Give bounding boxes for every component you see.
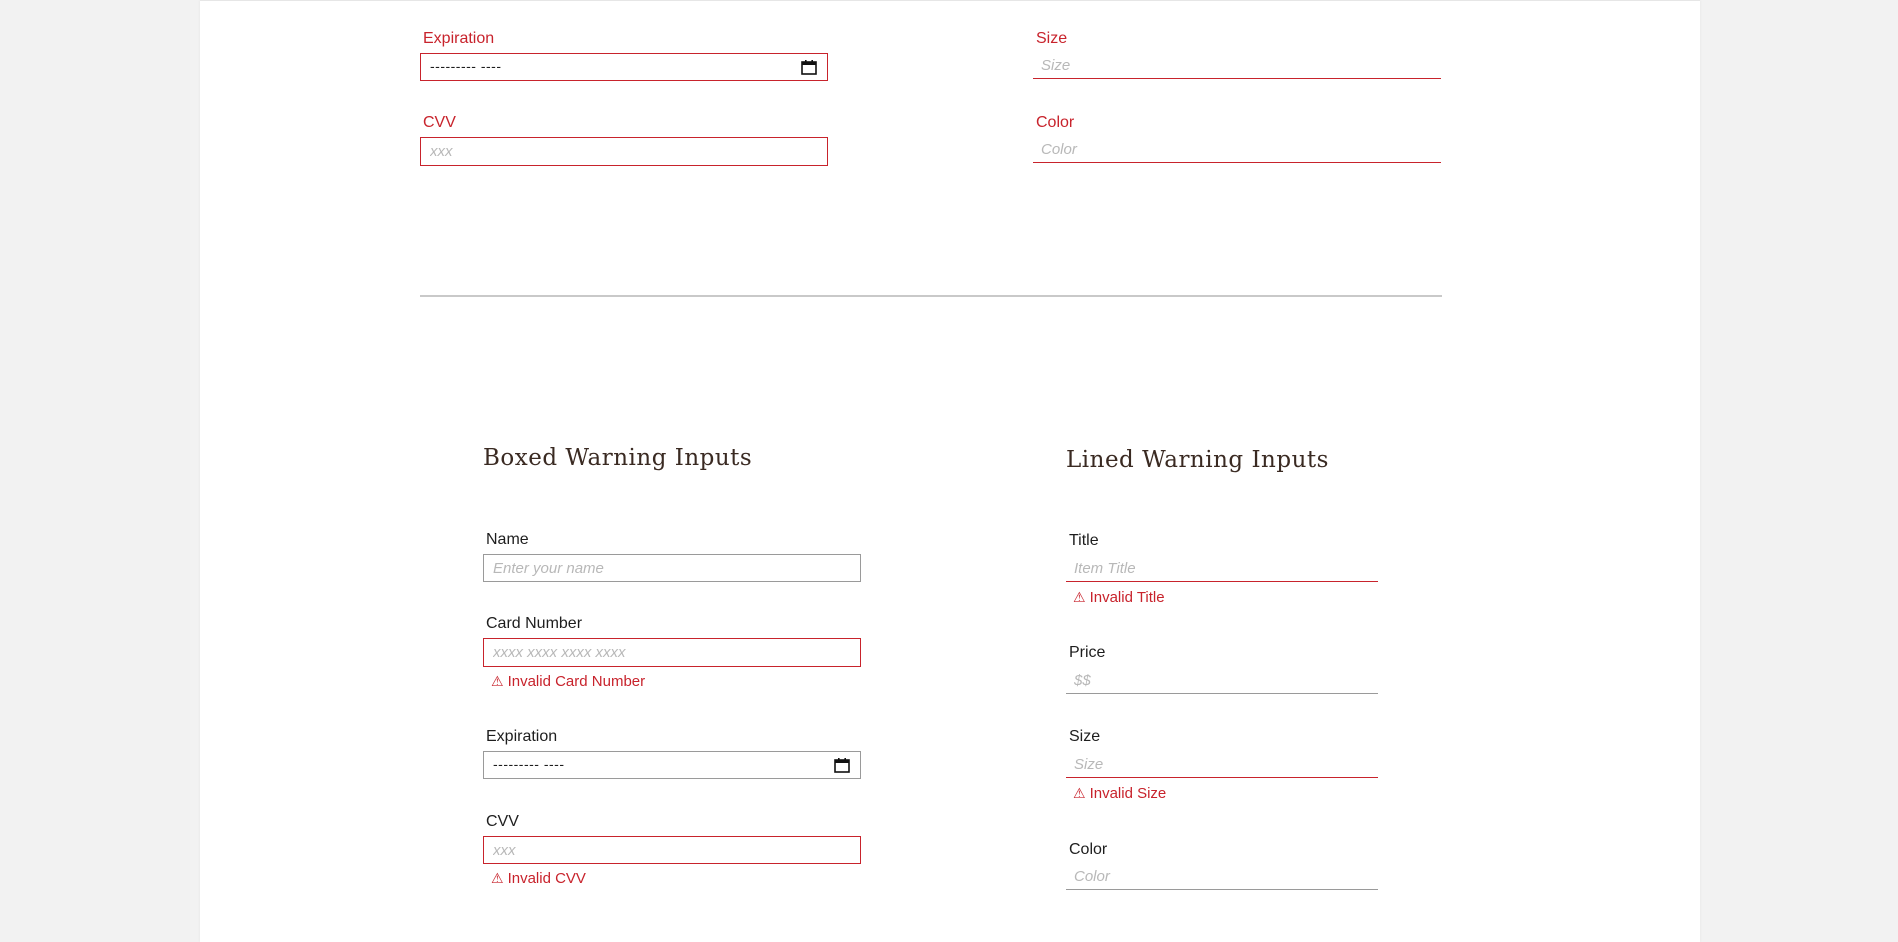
cvv-error: ⚠ Invalid CVV [491, 868, 586, 889]
content-card: Expiration --------- ---- CVV Size Color… [200, 0, 1700, 942]
name-field[interactable] [483, 554, 861, 582]
warning-icon: ⚠ [491, 870, 504, 886]
cvv-label: CVV [423, 114, 456, 131]
card-number-field[interactable] [483, 638, 861, 667]
boxed-warning-heading: Boxed Warning Inputs [483, 445, 753, 471]
section-divider [420, 295, 1442, 297]
boxed-expiration-date-value: --------- ---- [493, 756, 565, 772]
warning-icon: ⚠ [1073, 589, 1086, 605]
expiration-label: Expiration [423, 30, 495, 47]
title-input[interactable] [1066, 556, 1378, 581]
card-number-error-text: Invalid Card Number [507, 673, 646, 690]
size-label: Size [1036, 30, 1068, 47]
title-error: ⚠ Invalid Title [1073, 587, 1165, 608]
title-error-text: Invalid Title [1089, 589, 1165, 606]
size-error: ⚠ Invalid Size [1073, 783, 1166, 804]
card-number-error: ⚠ Invalid Card Number [491, 671, 645, 692]
cvv-error-text: Invalid CVV [507, 870, 586, 887]
lined-color-field[interactable] [1066, 864, 1378, 890]
title-field[interactable] [1066, 556, 1378, 582]
boxed-cvv-field[interactable] [483, 836, 861, 864]
boxed-expiration-label: Expiration [486, 728, 558, 745]
size-field[interactable] [1033, 53, 1441, 79]
color-field[interactable] [1033, 137, 1441, 163]
warning-icon: ⚠ [1073, 785, 1086, 801]
lined-size-label: Size [1069, 728, 1101, 745]
name-label: Name [486, 531, 529, 548]
color-input[interactable] [1033, 137, 1441, 162]
warning-icon: ⚠ [491, 673, 504, 689]
price-field[interactable] [1066, 668, 1378, 694]
card-number-label: Card Number [486, 615, 583, 632]
lined-color-input[interactable] [1066, 864, 1378, 889]
title-label: Title [1069, 532, 1099, 549]
color-label: Color [1036, 114, 1075, 131]
cvv-field[interactable] [420, 137, 828, 166]
size-input[interactable] [1033, 53, 1441, 78]
price-input[interactable] [1066, 668, 1378, 693]
calendar-icon[interactable] [801, 60, 817, 75]
size-error-text: Invalid Size [1089, 785, 1167, 802]
boxed-cvv-label: CVV [486, 813, 519, 830]
name-input[interactable] [484, 555, 860, 581]
expiration-date-input[interactable]: --------- ---- [420, 53, 828, 81]
expiration-date-value: --------- ---- [430, 58, 502, 74]
lined-color-label: Color [1069, 841, 1108, 858]
boxed-cvv-input[interactable] [484, 837, 860, 863]
price-label: Price [1069, 644, 1106, 661]
lined-size-field[interactable] [1066, 752, 1378, 778]
cvv-input[interactable] [421, 138, 827, 165]
boxed-expiration-date-input[interactable]: --------- ---- [483, 751, 861, 779]
card-number-input[interactable] [484, 639, 860, 666]
lined-warning-heading: Lined Warning Inputs [1066, 447, 1329, 473]
calendar-icon[interactable] [834, 758, 850, 773]
lined-size-input[interactable] [1066, 752, 1378, 777]
